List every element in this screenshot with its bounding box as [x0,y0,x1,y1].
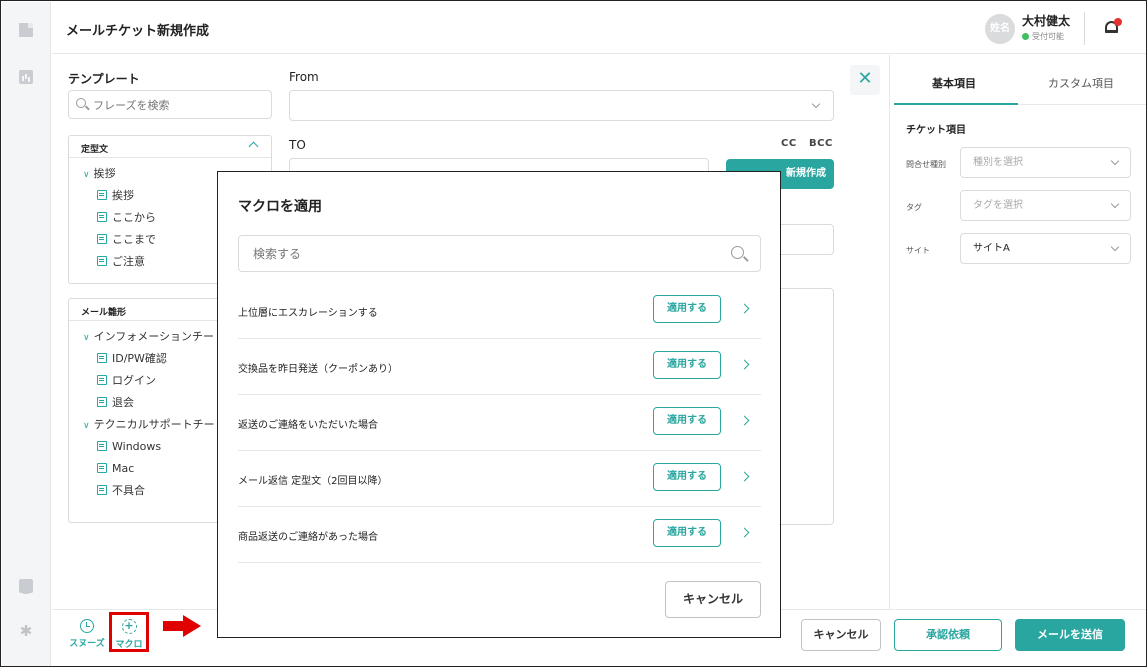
chevron-down-icon [1110,156,1120,166]
search-icon[interactable] [731,246,744,259]
cancel-button[interactable]: キャンセル [801,619,881,651]
macro-label: マクロ [115,640,143,650]
site-label: サイト [906,246,930,255]
inquiry-type-label: 問合せ種別 [906,160,946,169]
tab-custom[interactable]: カスタム項目 [1048,75,1114,91]
macro-modal: マクロを適用 上位層にエスカレーションする 適用する 交換品を昨日発送（クーポン… [217,171,781,638]
bcc-link[interactable]: BCC [809,138,833,149]
chevron-down-icon [1110,199,1120,209]
site-select[interactable]: サイトA [960,233,1131,264]
apply-button[interactable]: 適用する [653,463,721,491]
template-icon [97,212,107,222]
template-icon [97,375,107,385]
tag-select[interactable]: タグを選択 [960,190,1131,221]
macro-row[interactable]: 上位層にエスカレーションする 適用する [238,283,761,339]
macro-name: メール返信 定型文（2回目以降） [238,476,388,487]
template-icon [97,190,107,200]
chevron-right-icon[interactable] [739,359,750,370]
approval-request-button[interactable]: 承認依頼 [894,619,1002,651]
right-panel: 基本項目 カスタム項目 チケット項目 問合せ種別 種別を選択 タグ タグを選択 … [889,55,1146,609]
macro-row[interactable]: 交換品を昨日発送（クーポンあり） 適用する [238,339,761,395]
to-label: TO [289,138,306,152]
ticket-section-title: チケット項目 [906,125,966,136]
template-icon [97,441,107,451]
macro-row[interactable]: 商品返送のご連絡があった場合 適用する [238,507,761,563]
chevron-down-icon: ∨ [83,170,90,180]
user-name: 大村健太 [1022,14,1071,28]
template-icon [97,485,107,495]
macro-row[interactable]: メール返信 定型文（2回目以降） 適用する [238,451,761,507]
macro-search[interactable] [238,235,761,272]
template-icon [97,234,107,244]
tab-basic[interactable]: 基本項目 [932,75,976,91]
macro-name: 商品返送のご連絡があった場合 [238,532,378,543]
macro-button[interactable]: + マクロ [109,612,149,652]
user-status: 受付可能 [1022,31,1064,42]
template-icon [97,256,107,266]
chevron-down-icon [1110,242,1120,252]
template-icon [97,353,107,363]
send-mail-button[interactable]: メールを送信 [1015,619,1125,651]
chevron-right-icon[interactable] [739,471,750,482]
page-title: メールチケット新規作成 [66,24,210,39]
apply-button[interactable]: 適用する [653,407,721,435]
chevron-down-icon [811,99,821,109]
apply-button[interactable]: 適用する [653,519,721,547]
cc-link[interactable]: CC [781,138,797,149]
close-icon[interactable]: ✕ [850,65,880,95]
chevron-right-icon[interactable] [739,415,750,426]
macro-row[interactable]: 返送のご連絡をいただいた場合 適用する [238,395,761,451]
notification-bell-icon[interactable] [1102,18,1122,38]
clock-icon [80,619,94,633]
tag-label: タグ [906,203,922,212]
tab-active-indicator [894,103,1018,105]
chart-icon[interactable] [19,70,33,84]
macro-name: 返送のご連絡をいただいた場合 [238,420,378,431]
document-icon[interactable] [19,23,33,37]
avatar[interactable]: 姓名 [985,14,1015,44]
chevron-down-icon: ∨ [83,421,90,431]
fixed-phrase-header[interactable]: 定型文 [69,136,271,158]
macro-search-input[interactable] [253,245,703,263]
snooze-label: スヌーズ [69,639,105,649]
phrase-search[interactable] [68,90,272,119]
apply-button[interactable]: 適用する [653,351,721,379]
side-rail: ✱ [2,2,51,666]
macro-name: 上位層にエスカレーションする [238,308,378,319]
status-dot-icon [1022,33,1029,40]
modal-title: マクロを適用 [238,199,322,215]
inquiry-type-select[interactable]: 種別を選択 [960,147,1131,178]
chevron-right-icon[interactable] [739,303,750,314]
from-select[interactable] [289,90,834,121]
from-label: From [289,70,319,84]
gear-icon[interactable]: ✱ [19,624,33,639]
apply-button[interactable]: 適用する [653,295,721,323]
chevron-down-icon: ∨ [83,333,90,343]
chevron-up-icon[interactable] [248,141,259,152]
arrow-right-icon [163,615,203,637]
header: メールチケット新規作成 姓名 大村健太 受付可能 [52,2,1146,54]
monitor-icon[interactable] [19,579,33,594]
macro-name: 交換品を昨日発送（クーポンあり） [238,364,398,375]
modal-cancel-button[interactable]: キャンセル [665,581,761,618]
header-divider [1084,12,1085,45]
template-icon [97,463,107,473]
macro-icon: + [121,619,137,634]
search-icon [76,98,86,108]
snooze-button[interactable]: スヌーズ [67,619,107,649]
phrase-search-input[interactable] [93,96,263,114]
chevron-right-icon[interactable] [739,527,750,538]
template-icon [97,397,107,407]
template-title: テンプレート [68,72,140,86]
app-window: ✱ メールチケット新規作成 姓名 大村健太 受付可能 テンプレート 定型文 ∨挨… [0,0,1147,667]
